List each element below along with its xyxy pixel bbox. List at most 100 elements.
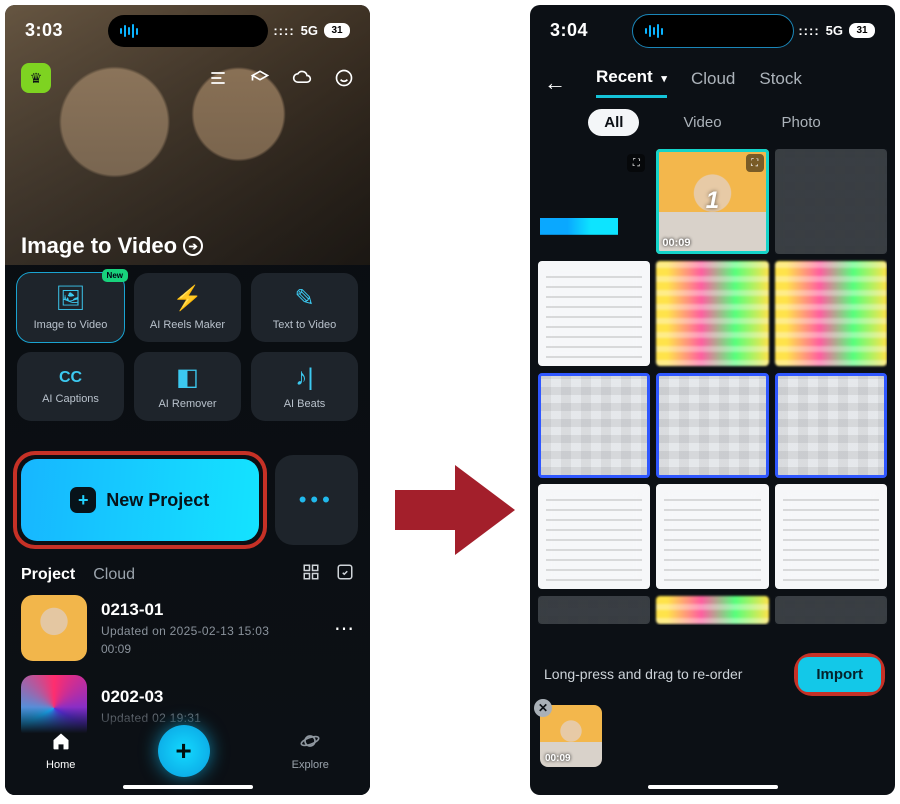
status-time: 3:03 [25,20,63,41]
status-time: 3:04 [550,20,588,41]
new-project-highlight: + New Project [17,455,263,545]
filter-photo[interactable]: Photo [766,109,837,136]
tools-grid: New 🖼 Image to Video ⚡ AI Reels Maker ✎ … [17,273,358,421]
media-item[interactable] [775,373,887,478]
import-highlight: Import [798,657,881,692]
premium-badge-icon[interactable]: ♛ [21,63,51,93]
smile-icon[interactable] [334,68,354,88]
footer-hint: Long-press and drag to re-order [544,666,742,682]
project-title: 0213-01 [101,600,320,620]
section-title: Image to Video [21,233,177,259]
home-icon [51,731,71,756]
bottom-nav: Home + Explore [5,707,370,795]
cc-icon: CC [59,369,82,387]
tool-ai-captions[interactable]: CC AI Captions [17,352,124,421]
new-project-button[interactable]: + New Project [21,459,259,541]
filter-all[interactable]: All [588,109,639,136]
tab-cloud[interactable]: Cloud [93,566,135,584]
dots-icon: ••• [299,487,334,513]
media-filters: All Video Photo [530,109,895,136]
project-tabs-row: Project Cloud [21,563,354,586]
project-updated: Updated on 2025-02-13 15:03 [101,624,320,638]
picker-footer: Long-press and drag to re-order Import [530,649,895,699]
new-badge: New [102,269,128,282]
battery-icon: 31 [324,23,350,38]
nav-label: Explore [292,759,329,771]
media-item[interactable] [656,261,768,366]
tool-label: Image to Video [34,319,108,331]
tab-project[interactable]: Project [21,566,75,584]
new-project-label: New Project [106,490,209,511]
plus-icon: + [70,487,96,513]
media-item[interactable] [656,484,768,589]
tool-ai-reels[interactable]: ⚡ AI Reels Maker [134,273,241,342]
nav-create-fab[interactable]: + [158,725,210,777]
tool-label: AI Captions [42,393,99,405]
tool-ai-remover[interactable]: ◧ AI Remover [134,352,241,421]
media-item[interactable]: ⛶ [538,149,650,254]
media-item[interactable] [538,484,650,589]
media-item[interactable] [538,261,650,366]
media-item[interactable] [775,149,887,254]
planet-icon [300,731,320,756]
chevron-down-icon: ▾ [661,73,667,85]
back-icon[interactable]: ← [544,70,572,96]
tool-label: AI Remover [158,398,216,410]
bolt-icon: ⚡ [173,284,203,313]
project-item[interactable]: 0213-01 Updated on 2025-02-13 15:03 00:0… [21,595,354,661]
tool-text-to-video[interactable]: ✎ Text to Video [251,273,358,342]
grid-view-icon[interactable] [302,563,320,586]
project-more-icon[interactable]: ⋯ [334,616,354,641]
expand-icon[interactable]: ⛶ [746,154,764,172]
list-icon[interactable] [208,68,228,88]
tab-label: Recent [596,67,653,86]
nav-explore[interactable]: Explore [292,731,329,771]
eraser-icon: ◧ [176,363,199,392]
new-project-row: + New Project ••• [17,455,358,545]
chevron-right-icon: ➔ [183,236,203,256]
nav-label: Home [46,759,75,771]
tool-image-to-video[interactable]: New 🖼 Image to Video [17,273,124,342]
tool-ai-beats[interactable]: ♪| AI Beats [251,352,358,421]
import-button[interactable]: Import [798,657,881,692]
project-title: 0202-03 [101,687,354,707]
tool-label: AI Beats [284,398,326,410]
selection-thumb[interactable]: ✕ 00:09 [540,705,602,767]
tab-recent[interactable]: Recent ▾ [596,67,667,98]
cloud-icon[interactable] [292,68,312,88]
dynamic-island [108,15,268,47]
network-label: 5G [301,23,318,38]
media-item[interactable] [656,373,768,478]
academy-icon[interactable] [250,68,270,88]
tool-label: Text to Video [273,319,336,331]
tool-label: AI Reels Maker [150,319,225,331]
media-item[interactable] [775,484,887,589]
filter-video[interactable]: Video [667,109,737,136]
remove-icon[interactable]: ✕ [534,699,552,717]
tab-cloud[interactable]: Cloud [691,69,735,97]
media-item[interactable] [538,373,650,478]
project-duration: 00:09 [101,642,320,656]
selection-duration: 00:09 [545,753,571,764]
media-grid[interactable]: ⛶ ⛶ 1 00:09 [538,149,887,625]
section-title-row[interactable]: Image to Video ➔ [21,233,203,259]
media-item[interactable] [775,261,887,366]
media-item-selected[interactable]: ⛶ 1 00:09 [656,149,768,254]
more-options-button[interactable]: ••• [275,455,358,545]
expand-icon[interactable]: ⛶ [627,154,645,172]
top-toolbar: ♛ [5,63,370,93]
media-item[interactable] [775,596,887,624]
media-item[interactable] [656,596,768,624]
home-screen: 3:03 :::: 5G 31 ♛ [5,5,370,795]
source-tabs: ← Recent ▾ Cloud Stock [530,67,895,98]
status-bar: 3:03 :::: 5G 31 [5,5,370,55]
pen-icon: ✎ [294,284,314,313]
media-item[interactable] [538,596,650,624]
selection-tray[interactable]: ✕ 00:09 [540,705,885,777]
edit-icon[interactable] [336,563,354,586]
tab-stock[interactable]: Stock [759,69,802,97]
media-duration: 00:09 [662,237,690,249]
nav-home[interactable]: Home [46,731,75,771]
plus-icon: + [175,735,191,767]
media-picker-screen: 3:04 :::: 5G 31 ← Recent ▾ Cloud Stock A… [530,5,895,795]
